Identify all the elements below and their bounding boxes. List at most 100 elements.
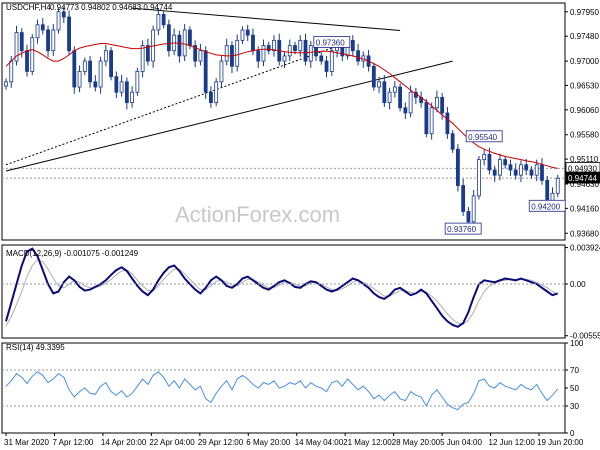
candle-body xyxy=(440,96,445,114)
candle-body xyxy=(35,24,40,39)
candle-body xyxy=(61,11,66,18)
candle-body xyxy=(198,50,203,62)
price-label: 0.93760 xyxy=(444,222,482,235)
candle-body xyxy=(209,91,213,103)
candle-body xyxy=(371,65,376,88)
candle-body xyxy=(282,55,287,62)
candle-body xyxy=(67,16,71,52)
candle-body xyxy=(424,102,429,135)
right-axis-label: 0.94744 xyxy=(565,171,600,184)
candle-body xyxy=(214,81,219,103)
candle-body xyxy=(261,45,266,62)
candle-body xyxy=(298,39,303,52)
price-label: 0.95540 xyxy=(465,130,503,143)
svg-text:0.93760: 0.93760 xyxy=(447,225,476,234)
candle-body xyxy=(188,29,192,46)
y-tick-label: 0.003924 xyxy=(570,244,600,253)
candle-body xyxy=(235,39,240,67)
candle-body xyxy=(177,34,182,57)
candle-body xyxy=(256,50,261,62)
y-tick-label: 0.97480 xyxy=(570,32,599,41)
y-tick-label: 70 xyxy=(570,366,579,375)
candle-body xyxy=(266,45,271,52)
candle-body xyxy=(109,50,113,78)
candle-body xyxy=(492,169,497,176)
candle-body xyxy=(398,86,403,109)
candle-body xyxy=(156,14,161,31)
candle-body xyxy=(540,164,544,181)
candle-body xyxy=(555,177,560,194)
candle-body xyxy=(545,179,550,202)
y-tick-label: 50 xyxy=(570,384,579,393)
candle-body xyxy=(303,39,308,62)
candle-body xyxy=(140,45,145,72)
svg-text:0.94744: 0.94744 xyxy=(568,174,597,183)
y-tick-label: 100 xyxy=(570,339,584,348)
y-tick-label: 0.96060 xyxy=(570,106,599,115)
candle-body xyxy=(487,154,492,171)
candle-body xyxy=(88,60,92,83)
candle-body xyxy=(203,50,208,93)
x-tick-label: 14 May 04:00 xyxy=(295,438,344,447)
candle-body xyxy=(224,45,229,62)
candle-body xyxy=(324,60,329,72)
candle-body xyxy=(4,81,8,87)
candle-body xyxy=(524,164,529,171)
svg-text:0.94200: 0.94200 xyxy=(531,202,560,211)
candle-body xyxy=(130,91,135,103)
macd-header: MACD(12,26,9) -0.001075 -0.001249 xyxy=(6,249,139,258)
candle-body xyxy=(471,195,476,223)
candle-body xyxy=(51,29,56,52)
candle-body xyxy=(98,60,103,88)
rsi-header: RSI(14) 49.3395 xyxy=(6,343,65,352)
candle-body xyxy=(30,37,35,72)
candle-body xyxy=(9,60,14,83)
candle-body xyxy=(477,159,481,197)
y-tick-label: 0 xyxy=(570,429,575,438)
y-tick-label: 0.00 xyxy=(570,280,586,289)
candle-body xyxy=(503,159,508,166)
candle-body xyxy=(119,81,124,93)
candle-body xyxy=(145,45,150,62)
candle-body xyxy=(513,169,518,176)
candle-body xyxy=(450,133,455,150)
x-tick-label: 12 Jun 12:00 xyxy=(489,438,536,447)
candle-body xyxy=(93,81,98,88)
candle-body xyxy=(329,50,334,72)
candle-body xyxy=(77,71,82,88)
candle-body xyxy=(293,45,297,52)
candle-body xyxy=(534,164,539,176)
price-right-labels: 0.949300.94744 xyxy=(565,162,600,184)
price-label: 0.94200 xyxy=(528,199,566,212)
x-tick-label: 31 Mar 2020 xyxy=(4,438,49,447)
candle-body xyxy=(377,81,381,88)
x-tick-label: 19 Jun 20:00 xyxy=(537,438,584,447)
candle-body xyxy=(445,112,450,135)
x-tick-label: 22 Apr 04:00 xyxy=(149,438,195,447)
candle-body xyxy=(56,11,61,31)
candle-body xyxy=(350,39,355,52)
candle-body xyxy=(434,96,439,109)
y-tick-label: 0.95580 xyxy=(570,131,599,140)
candle-body xyxy=(124,81,129,103)
x-tick-label: 14 Apr 20:00 xyxy=(101,438,147,447)
x-tick-label: 21 May 12:00 xyxy=(343,438,392,447)
candle-body xyxy=(429,107,434,135)
candle-body xyxy=(356,50,360,62)
y-tick-label: 0.93680 xyxy=(570,229,599,238)
candle-body xyxy=(240,29,245,41)
candle-body xyxy=(251,34,255,52)
candle-body xyxy=(72,50,77,88)
y-tick-label: 30 xyxy=(570,402,579,411)
candle-body xyxy=(161,14,166,26)
candle-body xyxy=(508,164,513,171)
candle-body xyxy=(498,159,502,176)
candle-body xyxy=(466,211,471,223)
y-tick-label: 0.97000 xyxy=(570,57,599,66)
y-tick-label: 0.97950 xyxy=(570,8,599,17)
x-tick-label: 7 Apr 12:00 xyxy=(52,438,93,447)
candle-body xyxy=(482,154,487,161)
forex-chart: ActionForex.com 0.97360 0.95540 0.94200 0.9… xyxy=(0,0,600,450)
candle-body xyxy=(519,164,523,176)
candle-body xyxy=(382,81,387,103)
